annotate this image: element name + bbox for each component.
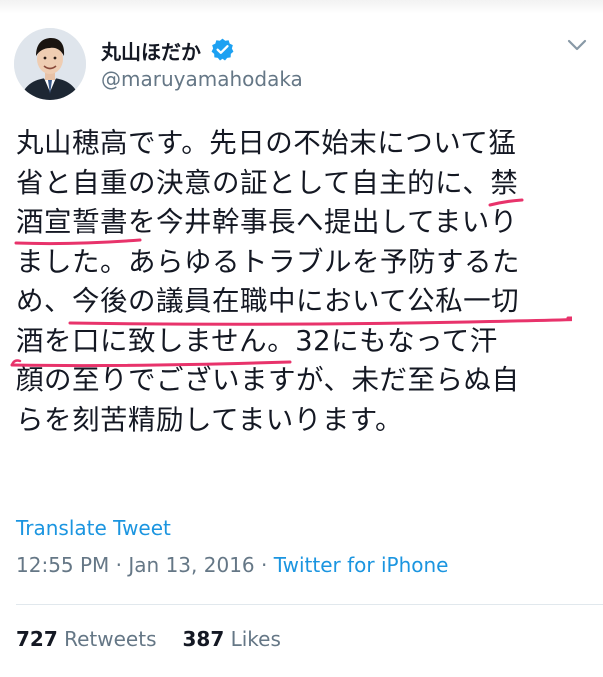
top-edge xyxy=(0,0,603,14)
tweet-line: 省と自重の決意の証として自主的に、禁 xyxy=(16,164,596,206)
display-name[interactable]: 丸山ほだか xyxy=(101,36,201,65)
user-handle[interactable]: @maruyamahodaka xyxy=(101,67,303,91)
likes-label: Likes xyxy=(230,627,281,651)
tweet-line: らを刻苦精励してまいります。 xyxy=(16,401,596,441)
tweet-text-segment: を今井幹事長へ提出してまいり xyxy=(128,206,518,238)
tweet-text-segment: め、 xyxy=(16,285,72,317)
tweet-text-segment: 禁 xyxy=(490,166,519,199)
tweet-text-segment: らを刻苦精励してまいります。 xyxy=(16,403,404,436)
tweet-stats: 727 Retweets 387 Likes xyxy=(16,627,281,651)
tweet-line: め、今後の議員在職中において公私一切 xyxy=(16,282,596,326)
meta-separator: · xyxy=(115,553,123,577)
tweet-text-segment: 顔の至りでございますが、未だ至らぬ自 xyxy=(16,364,520,396)
tweet-source-link[interactable]: Twitter for iPhone xyxy=(274,553,449,577)
verified-badge-icon xyxy=(211,38,234,61)
likes-stat[interactable]: 387 Likes xyxy=(182,627,280,651)
retweets-count: 727 xyxy=(16,627,58,651)
tweet-text: 丸山穂高です。先日の不始末について猛 省と自重の決意の証として自主的に、禁 酒宣… xyxy=(10,124,596,441)
likes-count: 387 xyxy=(182,627,225,651)
tweet-date: Jan 13, 2016 xyxy=(128,553,255,577)
tweet-text-segment: 酒宣誓書 xyxy=(16,206,128,238)
retweets-stat[interactable]: 727 Retweets xyxy=(16,627,156,651)
tweet-line: 顔の至りでございますが、未だ至らぬ自 xyxy=(16,361,596,401)
tweet-card: 丸山ほだか @maruyamahodaka 丸山穂高です。先日の不始末について猛… xyxy=(0,0,603,677)
highlighted-text: 酒宣誓書 xyxy=(14,206,142,246)
highlighted-text: 酒を口に致しません xyxy=(10,324,292,367)
translate-tweet-link[interactable]: Translate Tweet xyxy=(16,516,171,540)
tweet-text-segment: 省と自重の決意の証として自主的に、 xyxy=(16,166,491,199)
tweet-text-segment: ました。あらゆるトラブルを予防するた xyxy=(16,245,520,278)
tweet-text-segment: 酒を口に致しません xyxy=(16,324,268,357)
tweet-metadata: 12:55 PM · Jan 13, 2016 · Twitter for iP… xyxy=(16,553,448,577)
tweet-text-segment: 。32にもなって汗 xyxy=(267,324,498,357)
tweet-line: 丸山穂高です。先日の不始末について猛 xyxy=(16,124,596,164)
tweet-line: ました。あらゆるトラブルを予防するた xyxy=(16,243,596,283)
tweet-text-segment: 丸山穂高です。先日の不始末について猛 xyxy=(16,127,517,159)
avatar[interactable] xyxy=(14,28,86,100)
tweet-line: 酒宣誓書 を今井幹事長へ提出してまいり xyxy=(14,203,596,246)
highlighted-text: 今後の議員在職中において公私一切 xyxy=(68,285,572,326)
chevron-down-icon[interactable] xyxy=(566,38,588,52)
tweet-text-segment: 今後の議員在職中において公私一切 xyxy=(72,285,520,317)
tweet-time: 12:55 PM xyxy=(16,553,110,577)
highlighted-text: 禁 xyxy=(488,166,524,206)
tweet-line: 酒を口に致しません 。32にもなって汗 xyxy=(10,322,596,367)
divider xyxy=(16,604,603,605)
retweets-label: Retweets xyxy=(64,627,157,651)
meta-separator: · xyxy=(261,553,268,577)
